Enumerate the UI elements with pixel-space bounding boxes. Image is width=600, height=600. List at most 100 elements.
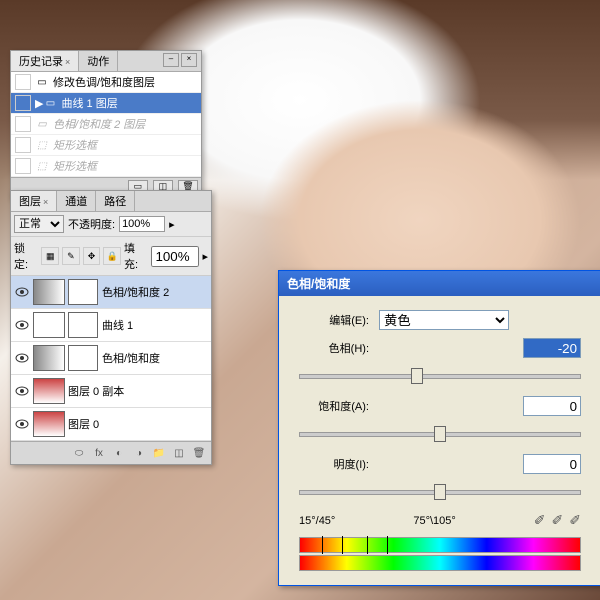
close-button[interactable]: ×	[181, 53, 197, 67]
tab-actions[interactable]: 动作	[79, 51, 118, 71]
layer-mask[interactable]	[68, 279, 98, 305]
history-panel: – × 历史记录× 动作 ▭修改色调/饱和度图层▶▭曲线 1 图层▭色相/饱和度…	[10, 50, 202, 199]
history-item[interactable]: ⬚矩形选框	[11, 135, 201, 156]
layer-row[interactable]: 色相/饱和度 2	[11, 276, 211, 309]
lightness-input[interactable]	[523, 454, 581, 474]
layer-name: 图层 0	[68, 416, 99, 432]
tab-label: 历史记录	[19, 56, 63, 68]
history-label: 修改色调/饱和度图层	[53, 74, 155, 90]
history-item[interactable]: ▭修改色调/饱和度图层	[11, 72, 201, 93]
layer-thumbnail[interactable]	[33, 345, 65, 371]
edit-label: 编辑(E):	[299, 312, 379, 328]
blend-mode-select[interactable]: 正常	[14, 215, 64, 233]
hue-input[interactable]	[523, 338, 581, 358]
hue-label: 色相(H):	[299, 340, 379, 356]
tab-close-icon[interactable]: ×	[65, 57, 70, 67]
layer-row[interactable]: 图层 0 副本	[11, 375, 211, 408]
saturation-row: 饱和度(A):	[299, 396, 581, 416]
minimize-button[interactable]: –	[163, 53, 179, 67]
visibility-toggle[interactable]	[14, 350, 30, 366]
layer-list: 色相/饱和度 2 曲线 1 色相/饱和度图层 0 副本图层 0	[11, 276, 211, 441]
lightness-label: 明度(I):	[299, 456, 379, 472]
spectrum-bar-2[interactable]	[299, 555, 581, 571]
layer-thumbnail[interactable]	[33, 378, 65, 404]
lightness-row: 明度(I):	[299, 454, 581, 474]
history-item[interactable]: ▭ 色相/饱和度 2 图层	[11, 114, 201, 135]
dropdown-icon[interactable]: ▸	[169, 218, 175, 231]
lock-all-icon[interactable]: 🔒	[103, 247, 121, 265]
history-type-icon: ▭	[43, 96, 57, 110]
tab-paths[interactable]: 路径	[96, 191, 135, 211]
history-list: ▭修改色调/饱和度图层▶▭曲线 1 图层▭色相/饱和度 2 图层⬚矩形选框⬚矩形…	[11, 72, 201, 177]
layer-thumbnail[interactable]	[33, 312, 65, 338]
opacity-input[interactable]	[119, 216, 165, 232]
layer-mask[interactable]	[68, 312, 98, 338]
visibility-toggle[interactable]	[14, 317, 30, 333]
tab-channels[interactable]: 通道	[57, 191, 96, 211]
eyedropper-subtract-icon[interactable]: ✐	[569, 512, 581, 529]
hue-slider[interactable]	[299, 366, 581, 386]
trash-icon[interactable]: 🗑	[190, 445, 208, 461]
layer-name: 图层 0 副本	[68, 383, 124, 399]
new-layer-icon[interactable]: ◫	[170, 445, 188, 461]
history-checkbox[interactable]	[15, 74, 31, 90]
saturation-input[interactable]	[523, 396, 581, 416]
history-checkbox[interactable]	[15, 158, 31, 174]
lock-label: 锁定:	[14, 240, 38, 272]
eyedropper-icon[interactable]: ✐	[534, 512, 546, 529]
layer-mask[interactable]	[68, 345, 98, 371]
layer-row[interactable]: 色相/饱和度	[11, 342, 211, 375]
hue-row: 色相(H):	[299, 338, 581, 358]
lock-pixels-icon[interactable]: ✎	[62, 247, 80, 265]
history-label: 矩形选框	[53, 158, 97, 174]
lock-position-icon[interactable]: ✥	[83, 247, 101, 265]
visibility-toggle[interactable]	[14, 416, 30, 432]
panel-window-buttons: – ×	[163, 53, 197, 67]
layer-row[interactable]: 图层 0	[11, 408, 211, 441]
dropdown-icon[interactable]: ▸	[202, 250, 208, 263]
history-type-icon: ⬚	[35, 138, 49, 152]
layer-thumbnail[interactable]	[33, 279, 65, 305]
edit-row: 编辑(E): 黄色	[299, 310, 581, 330]
fill-label: 填充:	[124, 240, 148, 272]
history-checkbox[interactable]	[15, 116, 31, 132]
range-right: 75°\105°	[413, 515, 455, 527]
saturation-label: 饱和度(A):	[299, 398, 379, 414]
history-item[interactable]: ▶▭曲线 1 图层	[11, 93, 201, 114]
layer-thumbnail[interactable]	[33, 411, 65, 437]
layer-lock-row: 锁定: ▦ ✎ ✥ 🔒 填充: ▸	[11, 237, 211, 276]
layer-name: 曲线 1	[102, 317, 133, 333]
fill-input[interactable]	[151, 246, 199, 267]
visibility-toggle[interactable]	[14, 284, 30, 300]
hue-saturation-dialog: 色相/饱和度 编辑(E): 黄色 色相(H): 饱和度(A): 明度(I): 1…	[278, 270, 600, 586]
visibility-toggle[interactable]	[14, 383, 30, 399]
layer-row[interactable]: 曲线 1	[11, 309, 211, 342]
history-label: 曲线 1 图层	[61, 95, 117, 111]
history-type-icon: ▭	[35, 117, 49, 131]
dialog-body: 编辑(E): 黄色 色相(H): 饱和度(A): 明度(I): 15°/45° …	[279, 296, 600, 585]
tab-close-icon[interactable]: ×	[43, 197, 48, 207]
history-checkbox[interactable]	[15, 137, 31, 153]
mask-icon[interactable]: ◐	[110, 445, 128, 461]
layers-bottom-bar: ⬭ fx ◐ ◑ 📁 ◫ 🗑	[11, 441, 211, 464]
lock-transparent-icon[interactable]: ▦	[41, 247, 59, 265]
lightness-slider[interactable]	[299, 482, 581, 502]
folder-icon[interactable]: 📁	[150, 445, 168, 461]
spectrum-bar[interactable]	[299, 537, 581, 553]
saturation-slider[interactable]	[299, 424, 581, 444]
layer-name: 色相/饱和度	[102, 350, 160, 366]
fx-icon[interactable]: fx	[90, 445, 108, 461]
eyedropper-group: ✐ ✐ ✐	[534, 512, 581, 529]
history-checkbox[interactable]	[15, 95, 31, 111]
edit-select[interactable]: 黄色	[379, 310, 509, 330]
layers-panel: 图层× 通道 路径 正常 不透明度: ▸ 锁定: ▦ ✎ ✥ 🔒 填充: ▸ 色…	[10, 190, 212, 465]
dialog-title: 色相/饱和度	[279, 271, 600, 296]
link-icon[interactable]: ⬭	[70, 445, 88, 461]
tab-label: 图层	[19, 196, 41, 208]
history-label: 色相/饱和度 2 图层	[53, 116, 145, 132]
adjustment-icon[interactable]: ◑	[130, 445, 148, 461]
history-item[interactable]: ⬚矩形选框	[11, 156, 201, 177]
eyedropper-add-icon[interactable]: ✐	[552, 512, 564, 529]
tab-layers[interactable]: 图层×	[11, 191, 57, 211]
tab-history[interactable]: 历史记录×	[11, 51, 79, 71]
